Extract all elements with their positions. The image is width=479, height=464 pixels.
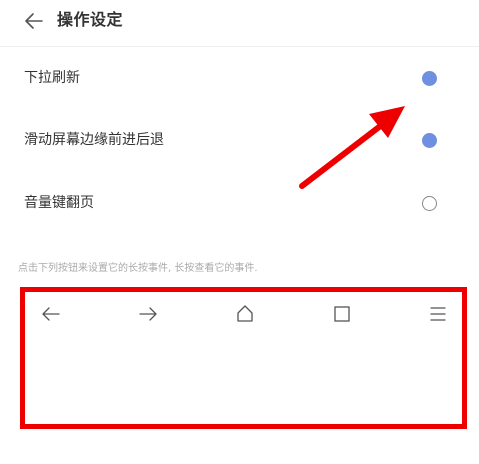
arrow-left-icon [25,13,43,29]
setting-pull-refresh[interactable]: 下拉刷新 [0,48,479,108]
toolbar-menu-button[interactable] [424,300,452,328]
arrow-right-icon [139,307,157,321]
toolbar-tabs-button[interactable] [328,300,356,328]
toolbar-home-button[interactable] [231,300,259,328]
radio-button[interactable] [422,71,437,86]
radio-button[interactable] [422,133,437,148]
setting-edge-swipe[interactable]: 滑动屏幕边缘前进后退 [0,110,479,170]
setting-label: 下拉刷新 [24,70,80,86]
header: 操作设定 [0,0,479,47]
menu-icon [430,307,446,321]
toolbar-highlight-box [20,287,467,429]
setting-volume-key-page[interactable]: 音量键翻页 [0,173,479,233]
square-icon [334,306,350,322]
toolbar-forward-button[interactable] [134,300,162,328]
back-button[interactable] [22,9,46,33]
arrow-left-icon [42,307,60,321]
radio-button[interactable] [422,196,437,211]
setting-label: 滑动屏幕边缘前进后退 [24,132,164,148]
setting-label: 音量键翻页 [24,195,94,211]
page-title: 操作设定 [57,10,124,29]
home-icon [237,305,253,322]
toolbar-back-button[interactable] [37,300,65,328]
hint-text: 点击下列按钮来设置它的长按事件, 长按查看它的事件. [18,263,258,274]
